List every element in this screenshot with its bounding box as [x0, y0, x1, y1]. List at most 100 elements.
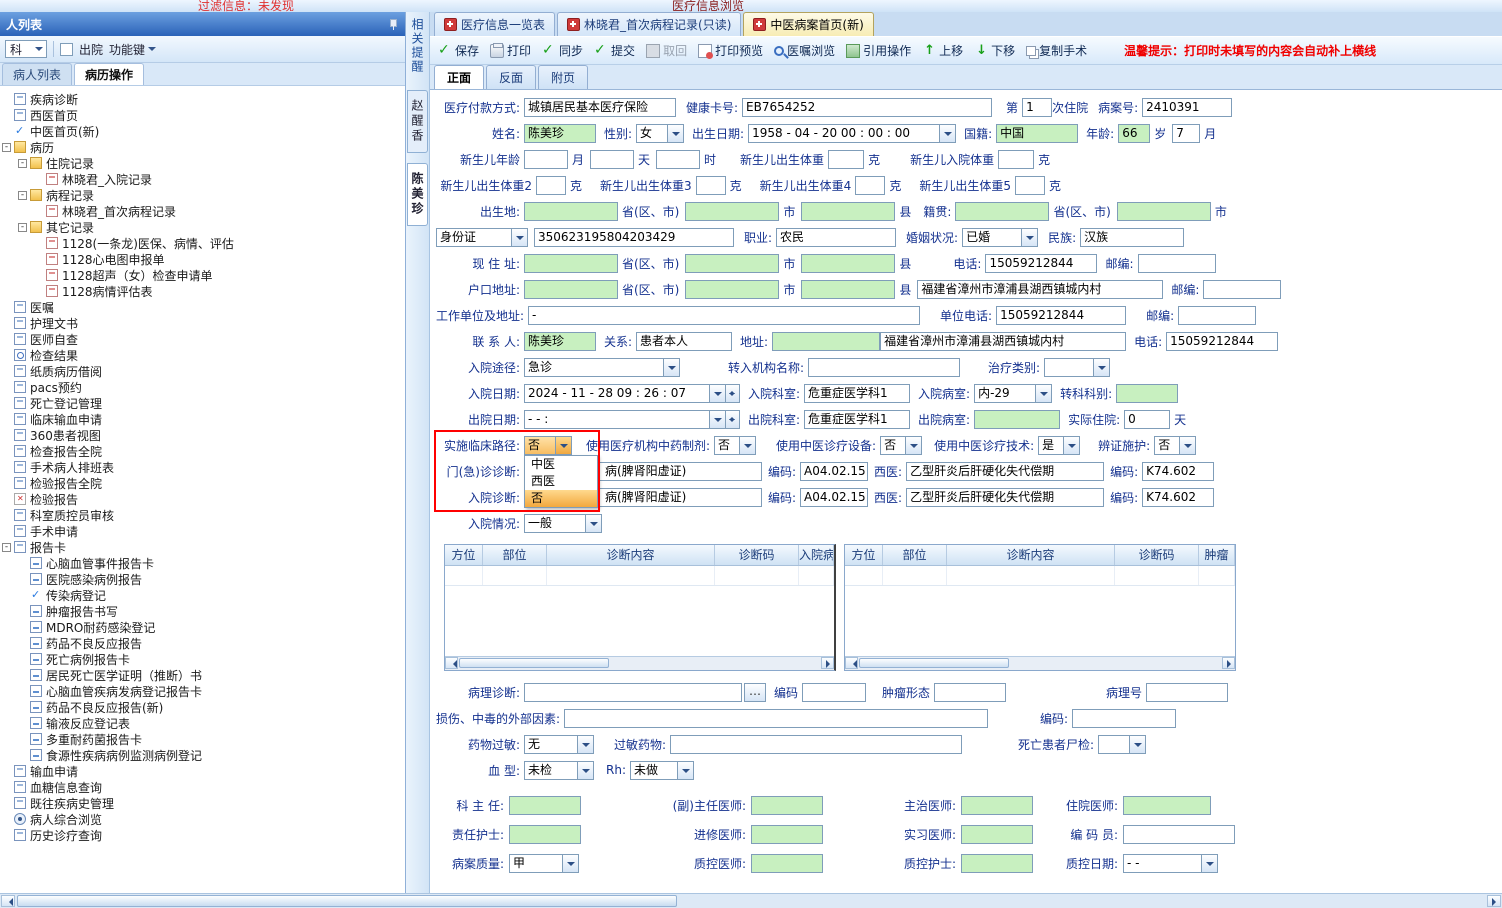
chief-director-input[interactable] — [509, 796, 581, 815]
chevron-down-icon[interactable] — [939, 123, 957, 143]
contact-phone-input[interactable]: 15059212844 — [1166, 331, 1279, 351]
autopsy-select[interactable] — [1098, 734, 1147, 754]
work-zip-input[interactable] — [1178, 305, 1257, 325]
column-header[interactable]: 肿瘤 — [1199, 545, 1235, 565]
phone-input[interactable]: 15059212844 — [985, 253, 1098, 273]
birth-date-input[interactable]: 1958 - 04 - 20 00 : 00 : 00 — [748, 123, 957, 143]
tree-expander-icon[interactable] — [18, 591, 27, 600]
tree-item[interactable]: 1128心电图申报单 — [2, 251, 403, 267]
scroll-left-icon[interactable] — [845, 657, 858, 669]
tree-expander-icon[interactable] — [34, 175, 43, 184]
outpatient-western-input[interactable]: 乙型肝炎后肝硬化失代偿期 — [906, 461, 1105, 481]
pathology-browse-button[interactable]: … — [744, 682, 766, 702]
tree-expander-icon[interactable] — [18, 639, 27, 648]
newborn-age-days-input[interactable] — [590, 149, 635, 169]
herbal-select[interactable]: 否 — [714, 435, 757, 455]
tree-expander-icon[interactable] — [2, 127, 11, 136]
tcm-device-select[interactable]: 否 — [880, 435, 923, 455]
horizontal-scrollbar[interactable] — [0, 893, 1502, 908]
tree-expander-icon[interactable]: - — [18, 222, 27, 232]
tree-expander-icon[interactable] — [2, 495, 11, 504]
table-body[interactable] — [445, 566, 834, 656]
tree-item[interactable]: - 住院记录 — [2, 155, 403, 171]
column-header[interactable]: 方位 — [845, 545, 883, 565]
tree-expander-icon[interactable] — [2, 767, 11, 776]
hukou-zip-input[interactable] — [1203, 279, 1282, 299]
therapy-type-select[interactable] — [1044, 357, 1111, 377]
tree-expander-icon[interactable] — [2, 831, 11, 840]
birthplace-province-input[interactable] — [524, 201, 618, 221]
tree-item[interactable]: 中医首页(新) — [2, 123, 403, 139]
tree-expander-icon[interactable] — [2, 335, 11, 344]
tree-item[interactable]: 输液反应登记表 — [2, 715, 403, 731]
patient-tab[interactable]: 陈美珍 — [407, 163, 428, 226]
toolbar-button[interactable]: 引用操作 — [846, 42, 911, 59]
discharge-ward-input[interactable] — [974, 409, 1061, 429]
tree-expander-icon[interactable] — [2, 111, 11, 120]
contact-name-input[interactable]: 陈美珍 — [524, 331, 596, 351]
nationality-input[interactable]: 中国 — [996, 123, 1079, 143]
page-tab[interactable]: 附页 — [538, 65, 589, 89]
tree-item[interactable]: 心脑血管疾病发病登记报告卡 — [2, 683, 403, 699]
transfer-dept-input[interactable] — [1116, 383, 1179, 403]
tree-expander-icon[interactable] — [34, 239, 43, 248]
document-tab[interactable]: 中医病案首页(新) — [743, 12, 874, 36]
tree-expander-icon[interactable] — [18, 559, 27, 568]
scroll-thumb[interactable] — [859, 658, 1009, 668]
tree-expander-icon[interactable] — [18, 575, 27, 584]
work-phone-input[interactable]: 15059212844 — [996, 305, 1127, 325]
refresher-doctor-input[interactable] — [751, 825, 823, 844]
chevron-down-icon[interactable] — [577, 760, 594, 780]
table-body[interactable] — [845, 566, 1235, 656]
age-years-input[interactable]: 66 — [1118, 123, 1151, 143]
tree-item[interactable]: - 其它记录 — [2, 219, 403, 235]
chevron-down-icon[interactable] — [562, 854, 579, 873]
tumor-shape-input[interactable] — [934, 682, 1007, 702]
tree-item[interactable]: 病人综合浏览 — [2, 811, 403, 827]
tree-item[interactable]: - 病历 — [2, 139, 403, 155]
chevron-down-icon[interactable] — [663, 357, 680, 377]
chevron-down-icon[interactable] — [1179, 435, 1197, 455]
tree-item[interactable]: 血糖信息查询 — [2, 779, 403, 795]
current-address-city-input[interactable] — [685, 253, 780, 273]
newborn-weight3-input[interactable] — [695, 175, 726, 195]
column-header[interactable]: 部位 — [883, 545, 947, 565]
tree-item[interactable]: 检验报告 — [2, 491, 403, 507]
scroll-left-icon[interactable] — [445, 657, 458, 669]
column-header[interactable]: 部位 — [483, 545, 547, 565]
tree-item[interactable]: 纸质病历借阅 — [2, 363, 403, 379]
newborn-age-months-input[interactable] — [524, 149, 568, 169]
pin-icon[interactable] — [387, 18, 399, 30]
tree-item[interactable]: 手术病人排班表 — [2, 459, 403, 475]
tree-expander-icon[interactable] — [2, 479, 11, 488]
admission-count-input[interactable]: 1 — [1022, 97, 1053, 117]
tree-item[interactable]: pacs预约 — [2, 379, 403, 395]
payment-method-input[interactable]: 城镇居民基本医疗保险 — [524, 97, 676, 117]
admission-western-input[interactable]: 乙型肝炎后肝硬化失代偿期 — [906, 487, 1105, 507]
column-header[interactable]: 诊断码 — [1115, 545, 1199, 565]
department-select[interactable]: 科 — [5, 40, 47, 58]
transfer-org-input[interactable] — [808, 357, 961, 377]
tree-item[interactable]: 死亡登记管理 — [2, 395, 403, 411]
tree-item[interactable]: 1128病情评估表 — [2, 283, 403, 299]
scroll-right-icon[interactable] — [1222, 657, 1235, 669]
toolbar-button[interactable]: 打印 — [490, 42, 531, 59]
tree-item[interactable]: 科室质控员审核 — [2, 507, 403, 523]
contact-address-area-input[interactable] — [772, 331, 881, 351]
column-header[interactable]: 诊断码 — [715, 545, 799, 565]
chevron-down-icon[interactable] — [555, 435, 572, 455]
tree-expander-icon[interactable]: - — [2, 542, 11, 552]
hukou-city-input[interactable] — [685, 279, 780, 299]
allergy-drug-input[interactable] — [670, 734, 963, 754]
tree-expander-icon[interactable] — [18, 607, 27, 616]
tree-expander-icon[interactable] — [2, 383, 11, 392]
tree-item[interactable]: 多重耐药菌报告卡 — [2, 731, 403, 747]
toolbar-button[interactable]: 下移 — [974, 42, 1015, 59]
health-card-input[interactable]: EB7654252 — [742, 97, 993, 117]
tree-expander-icon[interactable] — [2, 319, 11, 328]
tree-item[interactable]: 检查结果 — [2, 347, 403, 363]
scroll-right-icon[interactable] — [821, 657, 834, 669]
panel-tab[interactable]: 病人列表 — [2, 63, 73, 85]
function-keys-button[interactable]: 功能键 — [109, 41, 159, 58]
page-tab[interactable]: 反面 — [486, 65, 537, 89]
